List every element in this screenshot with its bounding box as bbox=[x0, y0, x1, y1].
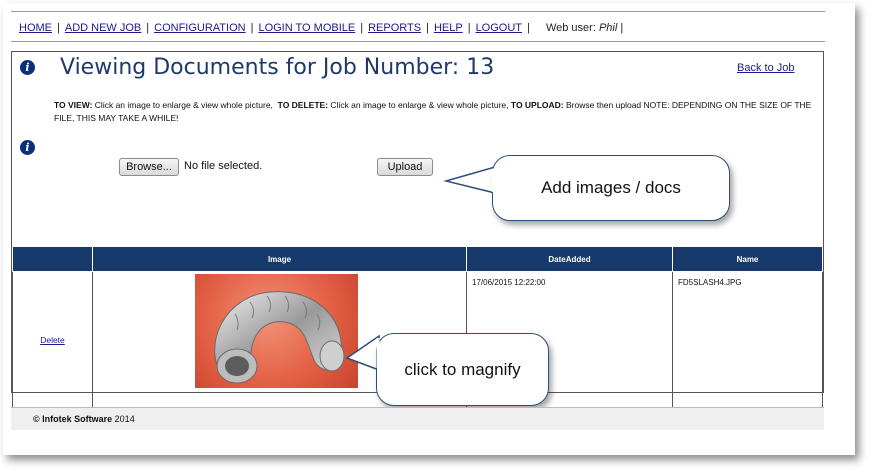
name-cell: FD5SLASH4.JPG bbox=[672, 271, 823, 409]
add-docs-callout-pointer-mask bbox=[492, 168, 495, 192]
duct-hose-image[interactable] bbox=[195, 274, 358, 388]
nav-add-new-job-link[interactable]: ADD NEW JOB bbox=[65, 22, 141, 34]
delete-text: Click an image to enlarge & view whole p… bbox=[330, 100, 509, 110]
info-icon: i bbox=[20, 60, 35, 75]
add-docs-callout: Add images / docs bbox=[492, 155, 730, 221]
delete-label: TO DELETE: bbox=[277, 100, 329, 110]
column-header-name[interactable]: Name bbox=[672, 246, 823, 272]
nav-configuration-link[interactable]: CONFIGURATION bbox=[154, 22, 245, 34]
view-text: Click an image to enlarge & view whole p… bbox=[94, 100, 273, 110]
screenshot-frame: HOME | ADD NEW JOB | CONFIGURATION | LOGIN TO … bbox=[3, 3, 855, 455]
footer-year: 2014 bbox=[114, 414, 135, 424]
nav-login-to-mobile-link[interactable]: LOGIN TO MOBILE bbox=[258, 22, 355, 34]
info-icon: i bbox=[20, 140, 35, 155]
file-status-text: No file selected. bbox=[184, 160, 263, 172]
column-header-action bbox=[12, 246, 93, 272]
browse-button[interactable]: Browse... bbox=[119, 158, 179, 176]
nav-rule bbox=[11, 41, 825, 42]
action-cell: Delete bbox=[12, 271, 93, 409]
column-header-image[interactable]: Image bbox=[92, 246, 467, 272]
back-to-job-link[interactable]: Back to Job bbox=[737, 62, 794, 74]
delete-link[interactable]: Delete bbox=[40, 335, 65, 345]
table-header-row: Image DateAdded Name bbox=[12, 246, 823, 272]
top-rule bbox=[11, 11, 825, 12]
view-label: TO VIEW: bbox=[54, 100, 93, 110]
nav-reports-link[interactable]: REPORTS bbox=[368, 22, 421, 34]
duct-hose-graphic bbox=[214, 291, 345, 384]
nav-home-link[interactable]: HOME bbox=[19, 22, 52, 34]
magnify-callout-pointer-mask bbox=[376, 338, 380, 368]
footer-copyright: © Infotek Software bbox=[33, 414, 113, 424]
instructions-text: TO VIEW: Click an image to enlarge & vie… bbox=[54, 99, 819, 125]
file-name-value: FD5SLASH4.JPG bbox=[678, 278, 742, 287]
web-user-name: Phil bbox=[598, 22, 618, 34]
nav-help-link[interactable]: HELP bbox=[434, 22, 463, 34]
upload-label: TO UPLOAD: bbox=[510, 100, 564, 110]
page-title: Viewing Documents for Job Number: 13 bbox=[60, 55, 495, 80]
nav-logout-link[interactable]: LOGOUT bbox=[476, 22, 522, 34]
top-navigation: HOME | ADD NEW JOB | CONFIGURATION | LOGIN TO … bbox=[19, 22, 624, 34]
page-footer: © Infotek Software 2014 bbox=[11, 407, 824, 430]
date-added-value: 17/06/2015 12:22:00 bbox=[472, 278, 546, 287]
column-header-date-added[interactable]: DateAdded bbox=[466, 246, 673, 272]
web-user-label: Web user: bbox=[545, 22, 596, 34]
upload-button[interactable]: Upload bbox=[377, 158, 433, 176]
